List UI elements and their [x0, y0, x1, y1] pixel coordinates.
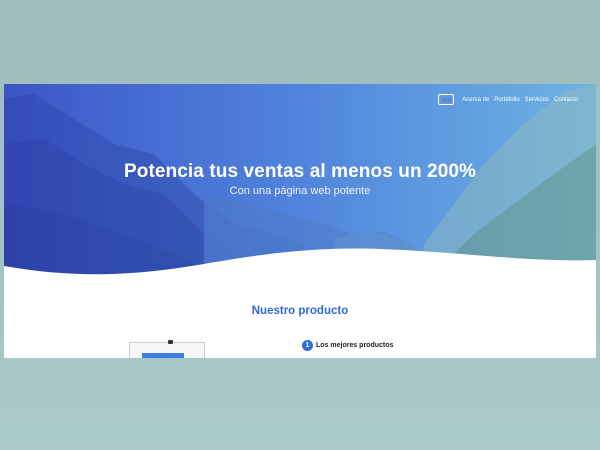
top-navigation: Acerca de Portafolio Servicios Contacto — [438, 94, 578, 105]
nav-link-servicios[interactable]: Servicios — [525, 97, 549, 103]
feature-item: 1 Los mejores productos — [302, 340, 393, 351]
hero-subheadline: Con una página web potente — [229, 185, 371, 197]
feature-number-badge: 1 — [302, 340, 313, 351]
product-mockup-image — [129, 340, 205, 358]
browser-viewport: Acerca de Portafolio Servicios Contacto … — [4, 84, 596, 358]
nav-link-contacto[interactable]: Contacto — [554, 97, 578, 103]
feature-label: Los mejores productos — [316, 342, 394, 349]
hero-section: Acerca de Portafolio Servicios Contacto … — [4, 84, 596, 284]
hero-headline: Potencia tus ventas al menos un 200% — [123, 161, 477, 182]
logo-icon[interactable] — [438, 94, 455, 105]
hero-background — [4, 84, 596, 284]
section-title: Nuestro producto — [251, 305, 349, 317]
mockup-blue-bar — [142, 353, 184, 358]
nav-link-portafolio[interactable]: Portafolio — [494, 97, 519, 103]
nav-link-acerca-de[interactable]: Acerca de — [462, 97, 489, 103]
mockup-cursor-icon — [168, 340, 173, 344]
